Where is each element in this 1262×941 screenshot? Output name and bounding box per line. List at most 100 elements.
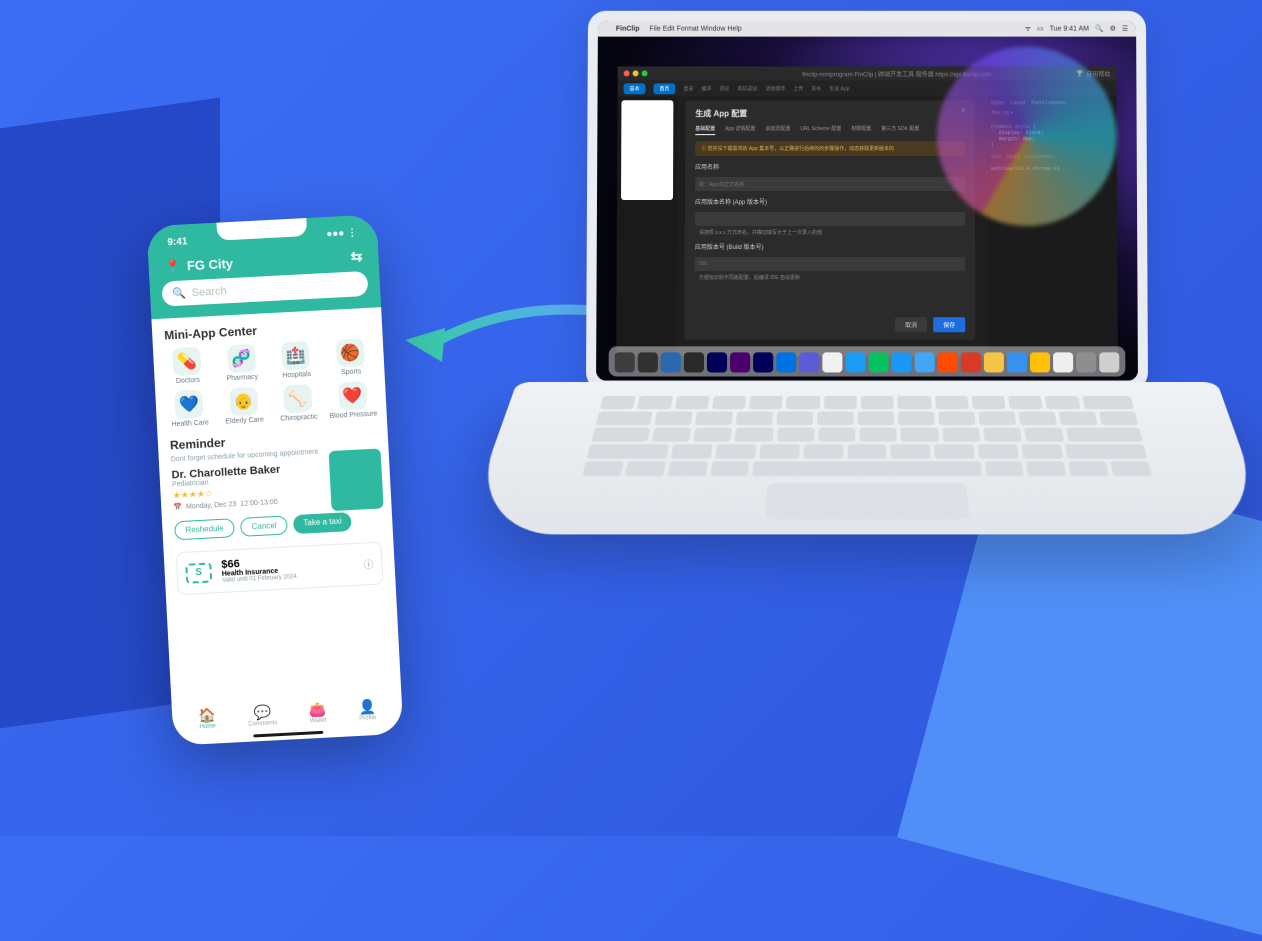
dock-app-icon[interactable] [845, 352, 865, 372]
mac-menubar[interactable]: FinClip File Edit Format Window Help ᯤ ▭… [598, 21, 1136, 37]
ide-titlebar[interactable]: finclip-miniprogram-FinClip | 跨端开发工具 服务器… [618, 66, 1117, 80]
toolbar-item[interactable]: 生成 App [829, 85, 849, 92]
pin-icon: 📍 [164, 258, 181, 275]
calendar-icon: 📅 [173, 503, 182, 511]
devtools-tab[interactable]: Layout [1010, 100, 1025, 106]
dock-app-icon[interactable] [1099, 352, 1119, 372]
mini-app-item[interactable]: ❤️ Blood Pressure [327, 381, 379, 421]
mini-app-item[interactable]: 🧬 Pharmacy [215, 343, 267, 383]
dialog-tab[interactable]: 第三方 SDK 配置 [881, 125, 919, 135]
dialog-tab[interactable]: App 详情配置 [725, 125, 755, 135]
macos-dock[interactable] [609, 346, 1126, 376]
toolbar-item[interactable]: 预览 [719, 85, 729, 92]
toolbar-item[interactable]: 登录 [683, 85, 693, 92]
dock-app-icon[interactable] [661, 352, 681, 372]
search-input[interactable]: 🔍 Search [161, 271, 368, 307]
ide-toolbar[interactable]: 基本首页 登录 编译 预览 真机调试 清除缓存 上传 发布 生成 App [618, 80, 1117, 96]
minimize-icon[interactable] [633, 70, 639, 76]
info-icon[interactable]: ⓘ [363, 556, 374, 572]
toolbar-button[interactable]: 首页 [653, 83, 675, 94]
dock-app-icon[interactable] [869, 352, 889, 372]
location-header[interactable]: 📍 FG City ⇆ [164, 248, 363, 275]
toolbar-item[interactable]: 编译 [701, 85, 711, 92]
list-icon[interactable]: ☰ [1122, 25, 1128, 33]
close-icon[interactable] [624, 70, 630, 76]
dialog-tab[interactable]: 基础配置 [695, 125, 715, 135]
nav-wallet[interactable]: 👛 Wallet [308, 701, 327, 725]
reschedule-button[interactable]: Reshedule [174, 518, 235, 540]
dock-app-icon[interactable] [615, 352, 635, 372]
dock-app-icon[interactable] [1076, 352, 1096, 372]
dock-app-icon[interactable] [753, 352, 773, 372]
dock-app-icon[interactable] [1030, 352, 1050, 372]
dock-app-icon[interactable] [822, 352, 842, 372]
dock-app-icon[interactable] [684, 352, 704, 372]
swap-icon[interactable]: ⇆ [350, 248, 363, 266]
dock-app-icon[interactable] [638, 352, 658, 372]
nav-icon: 👛 [308, 701, 326, 719]
mini-app-item[interactable]: 🦴 Chiropractic [272, 383, 324, 423]
cancel-button[interactable]: Cancel [240, 515, 288, 536]
dialog-tab[interactable]: URL Scheme 配置 [800, 125, 841, 135]
maximize-icon[interactable] [642, 70, 648, 76]
dock-app-icon[interactable] [1007, 352, 1027, 372]
mini-app-item[interactable]: 💊 Doctors [161, 346, 213, 386]
ide-sidebar[interactable] [616, 96, 677, 356]
insurance-card[interactable]: S $66 Health Insurance Valid until 01 Fe… [176, 542, 384, 596]
doctor-card[interactable]: Dr. Charollette Baker Pediatrician ★★★★☆… [171, 459, 379, 512]
trophy-icon[interactable]: 🏆 [1076, 70, 1083, 77]
dock-app-icon[interactable] [776, 352, 796, 372]
dock-app-icon[interactable] [1053, 352, 1073, 372]
dialog-tab[interactable]: 权限配置 [851, 125, 871, 135]
app-icon: 👴 [229, 387, 258, 416]
mini-app-item[interactable]: 🏥 Hospitals [270, 340, 322, 380]
dock-app-icon[interactable] [730, 352, 750, 372]
nav-comments[interactable]: 💬 Comments [247, 703, 277, 727]
mini-app-item[interactable]: 👴 Elderly Care [218, 386, 270, 426]
close-dialog-button[interactable]: ✕ [960, 106, 967, 115]
nav-icon: 🏠 [198, 706, 216, 724]
devtools-tab[interactable]: Event Listeners [1031, 100, 1065, 106]
trackpad [764, 483, 969, 519]
dock-app-icon[interactable] [707, 352, 727, 372]
dialog-save-button[interactable]: 保存 [933, 317, 965, 332]
toolbar-item[interactable]: 发布 [811, 85, 821, 92]
dock-app-icon[interactable] [799, 352, 819, 372]
toolbar-item[interactable]: 上传 [793, 85, 803, 92]
doctor-photo [329, 448, 384, 511]
battery-icon[interactable]: ▭ [1037, 25, 1044, 33]
nav-home[interactable]: 🏠 Home [198, 706, 217, 730]
mini-app-item[interactable]: 💙 Health Care [163, 389, 215, 429]
dialog-cancel-button[interactable]: 取消 [895, 317, 927, 332]
search-icon[interactable]: 🔍 [1095, 25, 1104, 33]
dock-app-icon[interactable] [892, 352, 912, 372]
toolbar-item[interactable]: 真机调试 [737, 85, 757, 92]
ide-window: finclip-miniprogram-FinClip | 跨端开发工具 服务器… [616, 66, 1118, 356]
app-icon: 💊 [172, 347, 201, 376]
dock-app-icon[interactable] [915, 352, 935, 372]
mini-app-item[interactable]: 🏀 Sports [324, 338, 376, 378]
dialog-tabs[interactable]: 基础配置 App 详情配置启动页配置 URL Scheme 配置权限配置第三方 SD… [695, 125, 965, 135]
app-version-input[interactable] [695, 212, 965, 226]
app-icon: 💙 [174, 390, 203, 419]
laptop-mockup: FinClip File Edit Format Window Help ᯤ ▭… [517, 10, 1217, 730]
app-icon: ❤️ [338, 381, 367, 410]
keyboard [582, 396, 1152, 476]
phone-mockup: 9:41 ●●● ⋮ 📍 FG City ⇆ 🔍 Search Mini-App… [147, 214, 404, 745]
control-center-icon[interactable]: ⚙ [1110, 25, 1116, 33]
dock-app-icon[interactable] [938, 352, 958, 372]
toolbar-item[interactable]: 清除缓存 [765, 85, 785, 92]
toolbar-button[interactable]: 基本 [624, 83, 646, 94]
take-taxi-button[interactable]: Take a taxi [293, 512, 352, 534]
dock-app-icon[interactable] [984, 352, 1004, 372]
build-version-input[interactable]: 100 [695, 257, 965, 271]
app-name-input[interactable]: 如：App 的正式名称 [695, 177, 965, 191]
dock-app-icon[interactable] [961, 352, 981, 372]
devtools-panel[interactable]: StylesLayoutEvent Listeners :hov .cls + … [987, 96, 1118, 356]
wifi-icon[interactable]: ᯤ [1025, 24, 1031, 33]
devtools-tab[interactable]: Styles [991, 100, 1005, 106]
app-icon: 🦴 [283, 384, 312, 413]
nav-profile[interactable]: 👤 Profile [358, 698, 377, 722]
simulator-preview[interactable] [621, 100, 673, 200]
dialog-tab[interactable]: 启动页配置 [765, 125, 790, 135]
